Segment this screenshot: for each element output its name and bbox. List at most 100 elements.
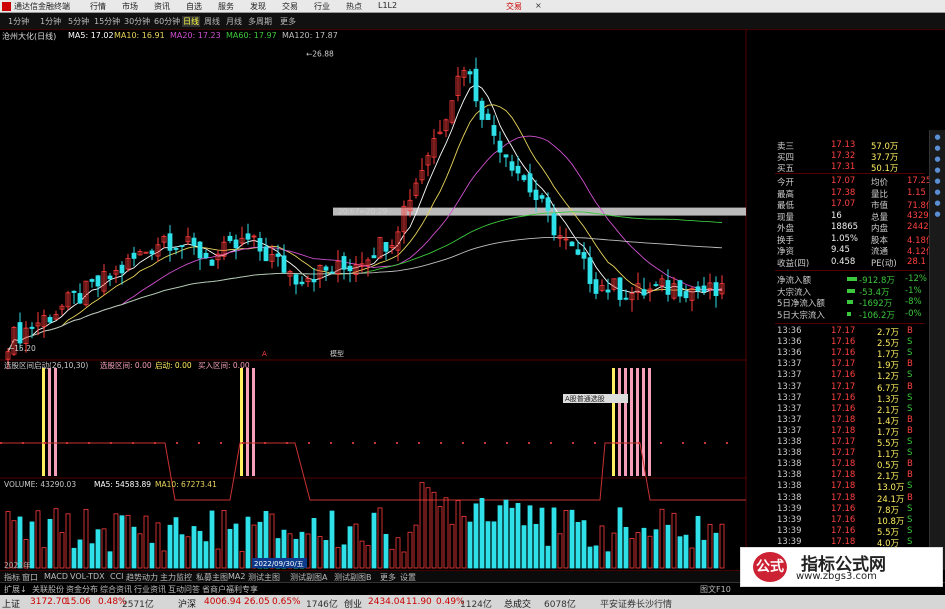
bottom-tab-5[interactable]: 互动问答 xyxy=(168,584,200,595)
volume-bar xyxy=(575,521,581,569)
volume-bar xyxy=(239,550,245,569)
menu-hot[interactable]: 热点 xyxy=(346,1,362,12)
candle-body xyxy=(593,279,599,294)
period-monthly[interactable]: 月线 xyxy=(226,16,242,27)
volume-bar xyxy=(341,544,347,569)
volume-bar xyxy=(701,539,707,569)
signal-bar xyxy=(648,368,651,476)
flow-label: 5日大宗流入 xyxy=(777,310,825,321)
bottom-tab-6[interactable]: 省商户福利专享 xyxy=(202,584,258,595)
menu-discover[interactable]: 发现 xyxy=(250,1,266,12)
candle-body xyxy=(71,290,77,293)
period-15min[interactable]: 15分钟 xyxy=(94,16,120,27)
side-icon-2: ● xyxy=(934,144,941,152)
volume-bar xyxy=(485,521,491,569)
candle-body xyxy=(527,173,533,193)
chart-area[interactable]: A股普通选股 22.0021.0020.0019.0018.0017.0016.… xyxy=(0,30,747,570)
tick-side: S xyxy=(907,525,913,536)
grid-key: 现量 xyxy=(777,212,795,223)
volume-bar xyxy=(479,498,485,569)
menu-industry[interactable]: 行业 xyxy=(314,1,330,12)
bottom-tab-0[interactable]: 扩展↓ xyxy=(4,584,27,595)
menu-service[interactable]: 服务 xyxy=(218,1,234,12)
tick-time: 13:37 xyxy=(777,381,802,392)
bottom-tab-2[interactable]: 资金分布 xyxy=(66,584,98,595)
bottom-tab-1[interactable]: 关联股份 xyxy=(32,584,64,595)
tick-side: S xyxy=(907,348,913,359)
low-label: ←15.20 xyxy=(8,344,36,353)
candle-body xyxy=(575,249,581,255)
signal-bar xyxy=(54,368,57,476)
grid-key2: 流通 xyxy=(871,247,889,257)
volume-bar xyxy=(515,503,521,569)
tick-time: 13:36 xyxy=(777,337,802,348)
candle-body xyxy=(653,284,659,286)
volume-bar xyxy=(209,510,215,569)
bottom-tab-3[interactable]: 综合资讯 xyxy=(100,584,132,595)
volume-bar xyxy=(407,531,413,569)
side-icon-5: ● xyxy=(934,177,941,185)
period-60min[interactable]: 60分钟 xyxy=(154,16,180,27)
tab-3[interactable]: VOL-TDX xyxy=(70,572,105,581)
candle-body xyxy=(203,252,209,259)
tick-time: 13:38 xyxy=(777,470,802,481)
candle-body xyxy=(569,241,575,247)
quote-divider xyxy=(775,173,925,174)
grid-key: 最高 xyxy=(777,189,795,200)
period-daily[interactable]: 日线 xyxy=(182,16,200,27)
close-icon[interactable]: × xyxy=(535,1,542,10)
period-weekly[interactable]: 周线 xyxy=(204,16,220,27)
period-multi[interactable]: 多周期 xyxy=(248,16,272,27)
quote-panel: 卖三 17.13 57.0万 买四 17.32 37.7万 买五 17.31 50.1万 今开 17… xyxy=(747,0,945,580)
tick-side: S xyxy=(907,481,913,492)
trade-button[interactable]: 交易 xyxy=(506,1,522,12)
volume-bar xyxy=(95,529,101,569)
menu-trade[interactable]: 交易 xyxy=(282,1,298,12)
volume-bar xyxy=(77,539,83,569)
volume-bar xyxy=(185,536,191,569)
menu-market[interactable]: 市场 xyxy=(122,1,138,12)
volume-bar xyxy=(569,509,575,569)
period-1min-a[interactable]: 1分钟 xyxy=(8,16,29,27)
menu-watchlist[interactable]: 自选 xyxy=(186,1,202,12)
candle-body xyxy=(497,140,503,153)
candle-body xyxy=(581,252,587,259)
menu-l1l2[interactable]: L1L2 xyxy=(378,1,397,10)
flow-bar xyxy=(847,300,853,304)
period-30min[interactable]: 30分钟 xyxy=(124,16,150,27)
volume-bar xyxy=(581,520,587,569)
tick-side: S xyxy=(907,514,913,525)
volume-bar xyxy=(533,523,539,569)
tab-8[interactable]: MA2 xyxy=(228,572,245,581)
volume-bar xyxy=(311,518,317,569)
tab-4[interactable]: CCI xyxy=(110,572,124,581)
candle-body xyxy=(167,233,173,251)
period-more[interactable]: 更多 xyxy=(280,16,296,27)
volume-bar xyxy=(449,523,455,569)
vol-title: VOLUME: 43290.03 xyxy=(4,480,76,489)
menu-news[interactable]: 资讯 xyxy=(154,1,170,12)
tick-time: 13:37 xyxy=(777,370,802,381)
tick-side: B xyxy=(907,470,913,481)
candle-body xyxy=(257,238,263,252)
status-0-2: 15.06 xyxy=(65,597,91,607)
year-label: 2022年 xyxy=(4,560,31,570)
bottom-tab-4[interactable]: 行业资讯 xyxy=(134,584,166,595)
period-5min[interactable]: 5分钟 xyxy=(68,16,89,27)
candle-body xyxy=(191,237,197,246)
side-toolbar[interactable]: ● ● ● ● ● ● ● ● xyxy=(929,130,945,570)
menu-quote[interactable]: 行情 xyxy=(90,1,106,12)
volume-bar xyxy=(395,537,401,569)
flow-label: 5日净流入额 xyxy=(777,299,825,309)
flow-val: -106.2万 xyxy=(859,310,895,321)
tab-2[interactable]: MACD xyxy=(44,572,68,581)
volume-bar xyxy=(347,526,353,569)
tick-price: 17.17 xyxy=(831,326,856,336)
candle-body xyxy=(263,246,269,262)
candle-body xyxy=(533,189,539,201)
period-1min-b[interactable]: 1分钟 xyxy=(40,16,61,27)
tick-price: 17.18 xyxy=(831,481,856,492)
app-title: 通达信金融终端 xyxy=(14,2,70,11)
grid-key2: 均价 xyxy=(871,178,889,188)
side-icon-4: ● xyxy=(934,166,941,174)
